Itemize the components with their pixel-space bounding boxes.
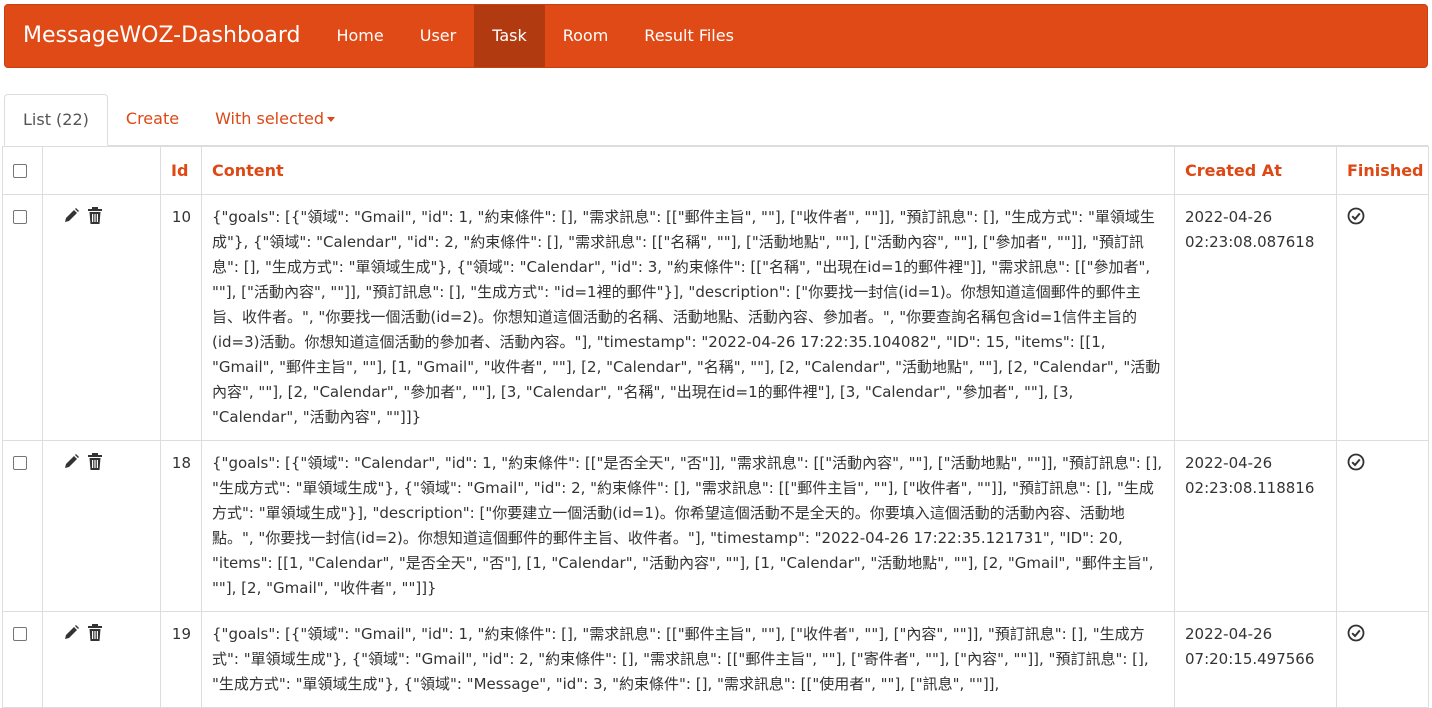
trash-icon[interactable] [87,453,103,471]
trash-icon[interactable] [87,207,103,225]
row-select-cell [2,194,43,441]
id-header[interactable]: Id [160,146,202,195]
row-finished [1336,611,1429,708]
nav-item-home[interactable]: Home [318,5,401,67]
row-checkbox[interactable] [13,210,27,224]
table-row: 18 {"goals": [{"領域": "Calendar", "id": 1… [2,440,1429,612]
created-at-time: 02:23:08.087618 [1185,233,1315,251]
row-actions-cell [42,194,161,441]
table-row: 10 {"goals": [{"領域": "Gmail", "id": 1, "… [2,194,1429,441]
actions-header [42,146,161,195]
row-select-cell [2,611,43,708]
created-at-date: 2022-04-26 [1185,625,1273,643]
row-created-at: 2022-04-26 02:23:08.087618 [1174,194,1337,441]
content-header[interactable]: Content [201,146,1175,195]
brand-title[interactable]: MessageWOZ-Dashboard [5,5,318,67]
trash-icon[interactable] [87,624,103,642]
row-content: {"goals": [{"領域": "Calendar", "id": 1, "… [201,440,1175,612]
select-all-cell [2,146,43,195]
finished-header[interactable]: Finished [1336,146,1429,195]
table-header-row: Id Content Created At Finished [2,146,1429,195]
caret-down-icon [327,117,336,122]
created-at-header[interactable]: Created At [1174,146,1337,195]
created-at-date: 2022-04-26 [1185,454,1273,472]
tab-list[interactable]: List (22) [4,94,108,146]
row-created-at: 2022-04-26 02:23:08.118816 [1174,440,1337,612]
nav-item-room[interactable]: Room [545,5,627,67]
check-circle-icon [1347,207,1365,225]
row-checkbox[interactable] [13,627,27,641]
row-id: 19 [160,611,202,708]
check-circle-icon [1347,624,1365,642]
nav-item-user[interactable]: User [402,5,474,67]
pencil-icon[interactable] [63,453,79,471]
check-circle-icon [1347,453,1365,471]
created-at-time: 07:20:15.497566 [1185,650,1315,668]
pencil-icon[interactable] [63,624,79,642]
list-tabs: List (22) Create With selected [4,94,1428,146]
row-actions-cell [42,611,161,708]
row-content: {"goals": [{"領域": "Gmail", "id": 1, "約束條… [201,194,1175,441]
created-at-date: 2022-04-26 [1185,208,1273,226]
top-navbar: MessageWOZ-Dashboard Home User Task Room… [4,4,1428,68]
task-table: Id Content Created At Finished 10 {"goal… [2,146,1429,708]
row-select-cell [2,440,43,612]
table-row: 19 {"goals": [{"領域": "Gmail", "id": 1, "… [2,611,1429,708]
row-id: 18 [160,440,202,612]
row-finished [1336,440,1429,612]
created-at-time: 02:23:08.118816 [1185,479,1315,497]
nav-item-task[interactable]: Task [474,5,545,67]
tab-with-selected[interactable]: With selected [197,94,353,145]
nav-item-result-files[interactable]: Result Files [626,5,752,67]
select-all-checkbox[interactable] [13,164,27,178]
with-selected-label: With selected [215,109,325,128]
row-id: 10 [160,194,202,441]
row-checkbox[interactable] [13,456,27,470]
row-actions-cell [42,440,161,612]
row-created-at: 2022-04-26 07:20:15.497566 [1174,611,1337,708]
pencil-icon[interactable] [63,207,79,225]
row-finished [1336,194,1429,441]
tab-create[interactable]: Create [108,94,197,145]
row-content: {"goals": [{"領域": "Gmail", "id": 1, "約束條… [201,611,1175,708]
